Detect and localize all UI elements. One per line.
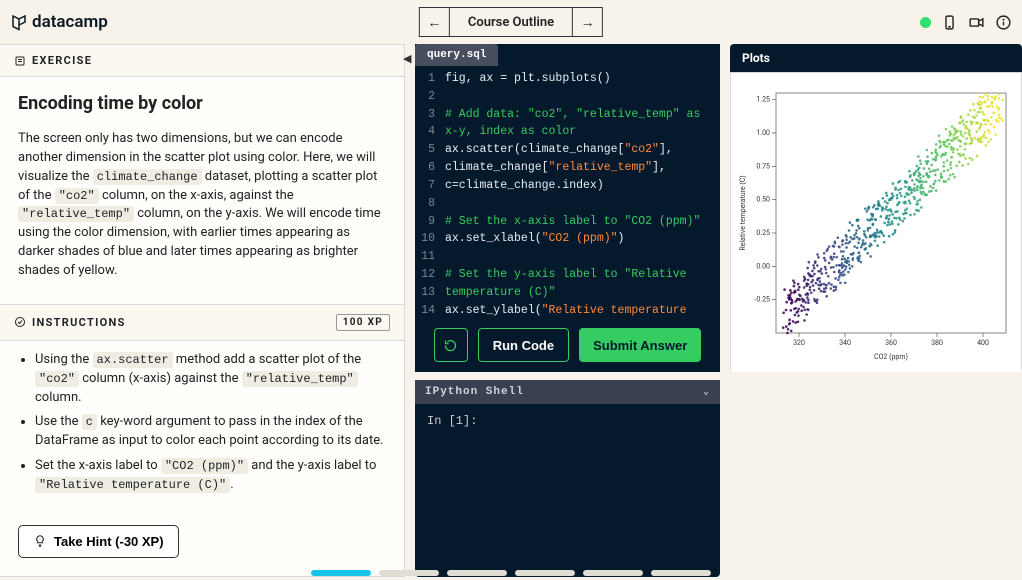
datacamp-icon [10, 13, 28, 31]
svg-text:0.25: 0.25 [756, 229, 770, 237]
lightbulb-icon [33, 534, 47, 548]
exercise-icon [14, 55, 26, 67]
instructions-list: Using the ax.scatter method add a scatte… [0, 341, 404, 511]
instruction-item: Set the x-axis label to "CO2 (ppm)" and … [35, 457, 384, 495]
svg-text:0.00: 0.00 [756, 262, 770, 270]
reset-icon [443, 338, 458, 353]
submit-answer-button[interactable]: Submit Answer [579, 328, 701, 362]
take-hint-button[interactable]: Take Hint (-30 XP) [18, 525, 179, 558]
brand-logo[interactable]: datacamp [10, 12, 108, 32]
chevron-down-icon[interactable]: ⌄ [703, 386, 710, 398]
progress-step[interactable] [311, 570, 371, 576]
progress-bar [311, 570, 711, 576]
exercise-title: Encoding time by color [18, 91, 386, 117]
svg-text:CO2 (ppm): CO2 (ppm) [874, 353, 908, 361]
xp-badge: 100 XP [336, 314, 390, 331]
plot-panel: Plots 320 340 360 380 400 -0.25 0.00 0.25 0.50 0.… [730, 44, 1022, 372]
exercise-heading: EXERCISE [32, 54, 92, 67]
exercise-panel: EXERCISE Encoding time by color The scre… [0, 44, 405, 577]
progress-step[interactable] [515, 570, 575, 576]
code-climate: climate_change [93, 169, 202, 185]
collapse-left-icon[interactable]: ◀ [403, 52, 411, 65]
svg-text:360: 360 [885, 339, 897, 347]
shell-heading: IPython Shell [425, 386, 524, 398]
code-reltemp: "relative_temp" [18, 206, 134, 222]
reset-button[interactable] [434, 328, 468, 362]
svg-text:1.25: 1.25 [756, 96, 770, 104]
status-dot [920, 17, 931, 28]
svg-text:380: 380 [931, 339, 943, 347]
svg-text:Relative temperature (C): Relative temperature (C) [739, 175, 747, 250]
instruction-item: Use the c key-word argument to pass in t… [35, 413, 384, 451]
progress-step[interactable] [651, 570, 711, 576]
progress-step[interactable] [379, 570, 439, 576]
course-nav: ← Course Outline → [419, 7, 603, 37]
next-button[interactable]: → [572, 8, 602, 36]
instructions-icon [14, 316, 26, 328]
svg-text:0.75: 0.75 [756, 162, 770, 170]
svg-text:400: 400 [977, 339, 989, 347]
scatter-plot: 320 340 360 380 400 -0.25 0.00 0.25 0.50 0.75 1.00… [731, 73, 1021, 372]
svg-text:0.50: 0.50 [756, 196, 770, 204]
info-icon[interactable] [995, 14, 1012, 31]
video-icon[interactable] [968, 14, 985, 31]
svg-text:340: 340 [839, 339, 851, 347]
code-area[interactable]: 1fig, ax = plt.subplots()23# Add data: "… [415, 66, 720, 318]
progress-step[interactable] [583, 570, 643, 576]
progress-step[interactable] [447, 570, 507, 576]
plots-tab[interactable]: Plots [730, 44, 1022, 72]
course-outline-button[interactable]: Course Outline [450, 8, 572, 36]
instruction-item: Using the ax.scatter method add a scatte… [35, 351, 384, 408]
prev-button[interactable]: ← [420, 8, 450, 36]
phone-icon[interactable] [941, 14, 958, 31]
svg-text:-0.25: -0.25 [754, 296, 770, 304]
code-editor[interactable]: query.sql 1fig, ax = plt.subplots()23# A… [415, 44, 720, 372]
exercise-description: The screen only has two dimensions, but … [18, 130, 386, 281]
svg-text:320: 320 [793, 339, 805, 347]
instructions-heading: INSTRUCTIONS [32, 316, 126, 329]
editor-tab[interactable]: query.sql [415, 44, 498, 66]
svg-text:1.00: 1.00 [756, 129, 770, 137]
ipython-shell[interactable]: IPython Shell ⌄ In [1]: [415, 380, 720, 577]
run-code-button[interactable]: Run Code [478, 328, 569, 362]
brand-text: datacamp [32, 12, 108, 32]
shell-prompt: In [1]: [427, 414, 477, 428]
code-co2: "co2" [55, 188, 99, 204]
